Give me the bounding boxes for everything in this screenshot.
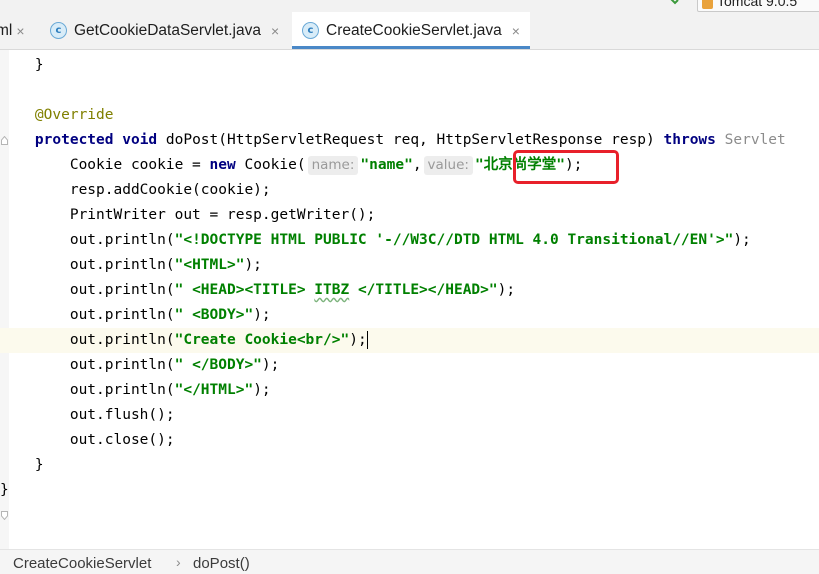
red-annotation-box <box>513 150 619 184</box>
code-line: out.println("</HTML>"); <box>69 382 271 398</box>
current-code-line: out.println("Create Cookie<br/>"); <box>0 328 819 353</box>
code-line: out.println("<!DOCTYPE HTML PUBLIC '-//W… <box>69 232 751 248</box>
build-arrow-icon[interactable] <box>666 0 680 8</box>
parameter-hint: name: <box>307 156 359 175</box>
code-line: } <box>34 57 44 73</box>
fold-marker-icon[interactable] <box>1 511 8 520</box>
code-line: PrintWriter out = resp.getWriter(); <box>69 207 376 223</box>
breadcrumb-method[interactable]: doPost() <box>193 555 250 572</box>
tab-getcookiedataservlet[interactable]: c GetCookieDataServlet.java × <box>42 12 289 49</box>
spelling-warning: ITBZ <box>314 282 350 298</box>
code-line: Cookie cookie = new Cookie(name: "name", v… <box>69 156 583 175</box>
run-configuration-selector[interactable]: Tomcat 9.0.5 <box>697 0 819 12</box>
code-line: out.flush(); <box>69 407 175 423</box>
top-toolbar: Tomcat 9.0.5 <box>0 0 819 12</box>
tab-label: CreateCookieServlet.java <box>326 21 502 39</box>
close-icon[interactable]: × <box>271 23 279 39</box>
code-line: out.println("<HTML>"); <box>69 257 262 273</box>
tab-createcookieservlet[interactable]: c CreateCookieServlet.java × <box>292 12 530 49</box>
tab-label: GetCookieDataServlet.java <box>74 21 261 39</box>
code-line: out.close(); <box>69 432 175 448</box>
code-line: protected void doPost(HttpServletRequest… <box>34 132 786 148</box>
code-line: } <box>34 457 44 473</box>
close-icon[interactable]: × <box>16 23 24 39</box>
breadcrumb-class[interactable]: CreateCookieServlet <box>13 555 151 572</box>
run-config-label: Tomcat 9.0.5 <box>717 0 798 9</box>
text-caret <box>366 331 368 349</box>
tomcat-icon <box>702 0 713 9</box>
editor-tab-bar: ml × c GetCookieDataServlet.java × c Cre… <box>0 12 819 50</box>
tab-label: ml <box>0 21 13 39</box>
code-line: out.println(" <HEAD><TITLE> ITBZ </TITLE… <box>69 282 516 298</box>
tab-html-file[interactable]: ml × <box>0 12 25 49</box>
code-line: @Override <box>34 107 114 123</box>
code-line: out.println(" </BODY>"); <box>69 357 280 373</box>
code-editor[interactable]: } @Override protected void doPost(HttpSe… <box>0 50 819 549</box>
code-line: } <box>0 482 9 498</box>
chevron-right-icon: › <box>176 554 181 570</box>
breadcrumb: CreateCookieServlet › doPost() <box>0 549 819 574</box>
parameter-hint: value: <box>423 156 473 175</box>
close-icon[interactable]: × <box>512 23 520 39</box>
java-class-icon: c <box>302 22 319 39</box>
code-line: out.println(" <BODY>"); <box>69 307 271 323</box>
java-class-icon: c <box>50 22 67 39</box>
code-line: resp.addCookie(cookie); <box>69 182 271 198</box>
